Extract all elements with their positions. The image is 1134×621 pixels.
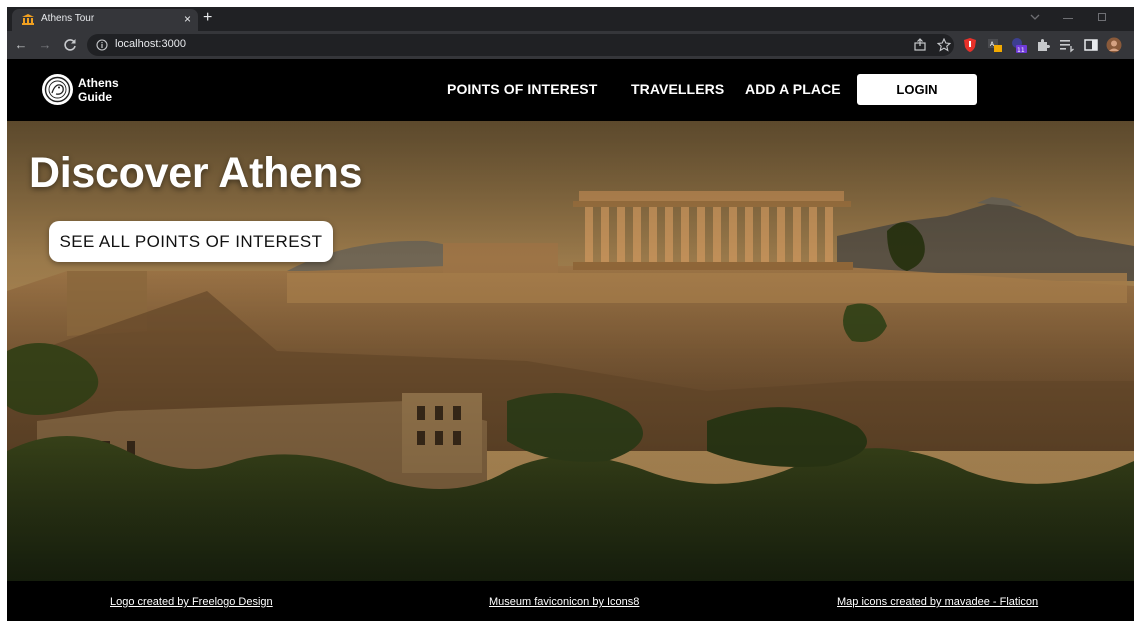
logo-text-line1: Athens: [78, 76, 119, 90]
browser-window: Athens Tour × + ← → localhost:3000 A 11 …: [7, 7, 1134, 621]
nav-travellers[interactable]: TRAVELLERS: [631, 81, 724, 97]
bookmark-star-icon[interactable]: [937, 38, 951, 52]
reading-list-icon[interactable]: [1059, 37, 1075, 53]
share-icon[interactable]: [913, 38, 927, 52]
museum-icon: [22, 14, 34, 25]
tab-strip: Athens Tour × +: [7, 7, 1134, 31]
svg-text:11: 11: [1017, 47, 1025, 53]
reload-icon[interactable]: [62, 37, 78, 53]
login-button[interactable]: LOGIN: [857, 74, 977, 105]
extensions-puzzle-icon[interactable]: [1035, 37, 1051, 53]
logo-text-line2: Guide: [78, 90, 113, 104]
footer-credit-museum-icon[interactable]: Museum faviconicon by Icons8: [489, 596, 639, 608]
address-bar[interactable]: localhost:3000: [87, 34, 954, 56]
url-text: localhost:3000: [115, 38, 186, 50]
back-arrow-icon[interactable]: ←: [13, 37, 29, 53]
footer-credit-map-icons[interactable]: Map icons created by mavadee - Flaticon: [837, 596, 1038, 608]
nav-points-of-interest[interactable]: POINTS OF INTEREST: [447, 81, 597, 97]
window-minimize-icon[interactable]: [1063, 18, 1073, 19]
adblock-extension-icon[interactable]: [962, 37, 978, 53]
see-all-points-button[interactable]: SEE ALL POINTS OF INTEREST: [49, 221, 333, 262]
mail-extension-icon[interactable]: 11: [1011, 37, 1027, 53]
tab-title: Athens Tour: [41, 13, 95, 24]
hero-section: Discover Athens SEE ALL POINTS OF INTERE…: [7, 121, 1134, 581]
tab-search-chevron-icon[interactable]: [1029, 12, 1041, 22]
tab-close-icon[interactable]: ×: [184, 11, 191, 27]
window-maximize-icon[interactable]: [1098, 13, 1106, 21]
new-tab-button[interactable]: +: [203, 8, 212, 28]
browser-toolbar: ← → localhost:3000 A 11: [7, 31, 1134, 59]
logo-text[interactable]: Athens Guide: [78, 76, 119, 104]
browser-tab[interactable]: Athens Tour ×: [12, 9, 198, 31]
site-navbar: Athens Guide POINTS OF INTEREST TRAVELLE…: [7, 59, 1134, 121]
forward-arrow-icon[interactable]: →: [37, 37, 53, 53]
site-footer: Logo created by Freelogo Design Museum f…: [7, 581, 1134, 621]
site-info-icon[interactable]: [96, 39, 108, 51]
athens-guide-logo-icon[interactable]: [42, 74, 73, 105]
footer-credit-logo[interactable]: Logo created by Freelogo Design: [110, 596, 273, 608]
hero-title: Discover Athens: [29, 149, 363, 197]
side-panel-icon[interactable]: [1083, 37, 1099, 53]
translate-extension-icon[interactable]: A: [987, 37, 1003, 53]
profile-avatar-icon[interactable]: [1106, 37, 1122, 53]
nav-add-a-place[interactable]: ADD A PLACE: [745, 81, 841, 97]
